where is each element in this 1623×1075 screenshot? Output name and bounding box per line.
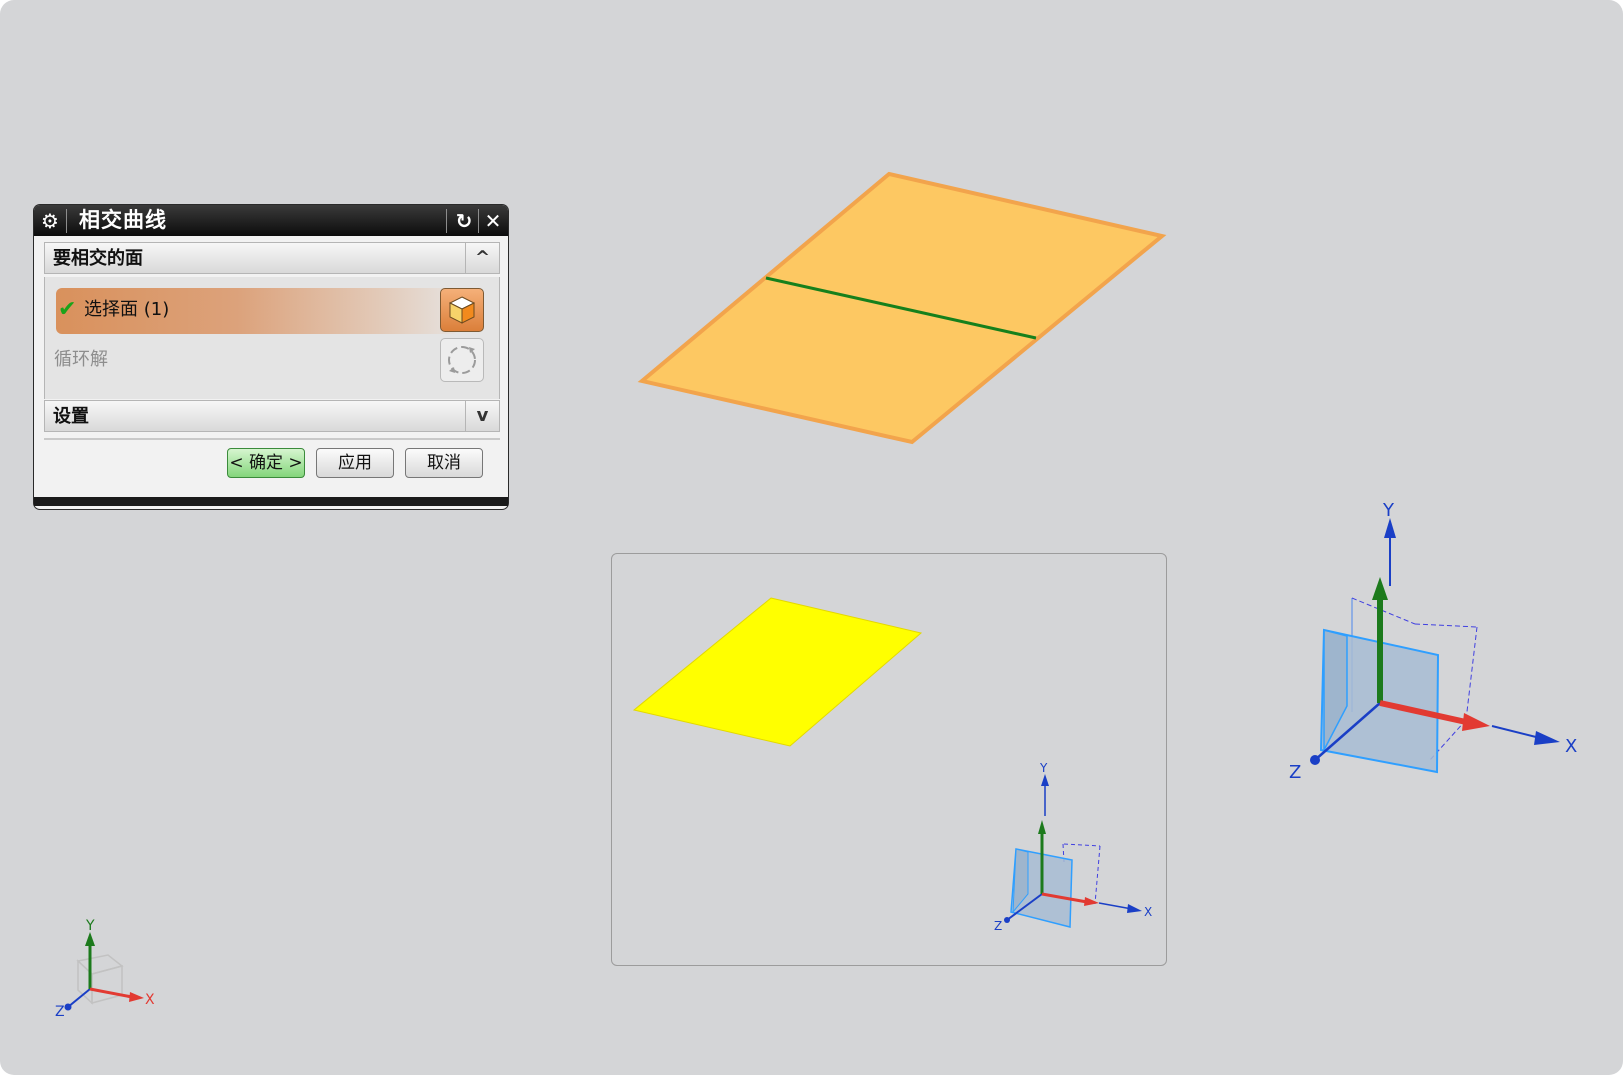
faces-group-label: 要相交的面 (53, 248, 143, 269)
preview-window: Y X Z (611, 553, 1167, 966)
apply-button[interactable]: 应用 (316, 448, 394, 478)
cube-icon (448, 296, 476, 324)
cycle-icon (448, 346, 476, 374)
preview-axis-y: Y (1039, 761, 1048, 775)
settings-group-header[interactable]: 设置 v (44, 400, 500, 432)
settings-group-label: 设置 (53, 406, 89, 427)
face-selector-button[interactable] (440, 288, 484, 332)
title-separator (446, 209, 447, 233)
select-face-label: 选择面 (1) (84, 299, 170, 320)
view-triad-y-label: Y (85, 918, 95, 934)
view-triad-x-label: X (145, 992, 155, 1008)
preview-sheet (632, 597, 923, 747)
dialog-divider (44, 438, 500, 440)
dialog-titlebar[interactable]: ⚙ 相交曲线 ↻ ✕ (34, 205, 508, 236)
title-separator (66, 209, 67, 233)
gear-icon[interactable]: ⚙ (38, 209, 62, 233)
axis-label-y: Y (1382, 500, 1395, 521)
view-triad (64, 932, 144, 1011)
preview-scene: Y X Z (632, 597, 1152, 933)
graphics-window[interactable]: Y X Z Y X Z Y X Z ⚙ 相交曲线 ↻ ✕ 要相交的面 ^ ✔ 选… (0, 0, 1623, 1075)
chevron-up-icon[interactable]: ^ (465, 243, 499, 273)
title-separator (478, 209, 479, 233)
large-triad (1310, 518, 1560, 774)
preview-axis-z: Z (994, 919, 1002, 933)
dialog-bottom-bar (34, 497, 508, 506)
ok-button[interactable]: < 确定 > (227, 448, 305, 478)
check-icon: ✔ (58, 297, 77, 322)
preview-triad (1004, 774, 1142, 928)
cancel-button[interactable]: 取消 (405, 448, 483, 478)
faces-group-header[interactable]: 要相交的面 ^ (44, 242, 500, 274)
view-triad-z-label: Z (55, 1004, 65, 1020)
chevron-down-icon[interactable]: v (465, 401, 499, 431)
preview-axis-x: X (1144, 905, 1152, 919)
loop-solution-label: 循环解 (54, 349, 108, 370)
dialog-title: 相交曲线 (79, 208, 167, 232)
axis-label-x: X (1565, 736, 1577, 757)
close-icon[interactable]: ✕ (481, 209, 505, 233)
cycle-solution-button[interactable] (440, 338, 484, 382)
axis-label-z: Z (1289, 762, 1301, 783)
reset-icon[interactable]: ↻ (452, 209, 476, 233)
